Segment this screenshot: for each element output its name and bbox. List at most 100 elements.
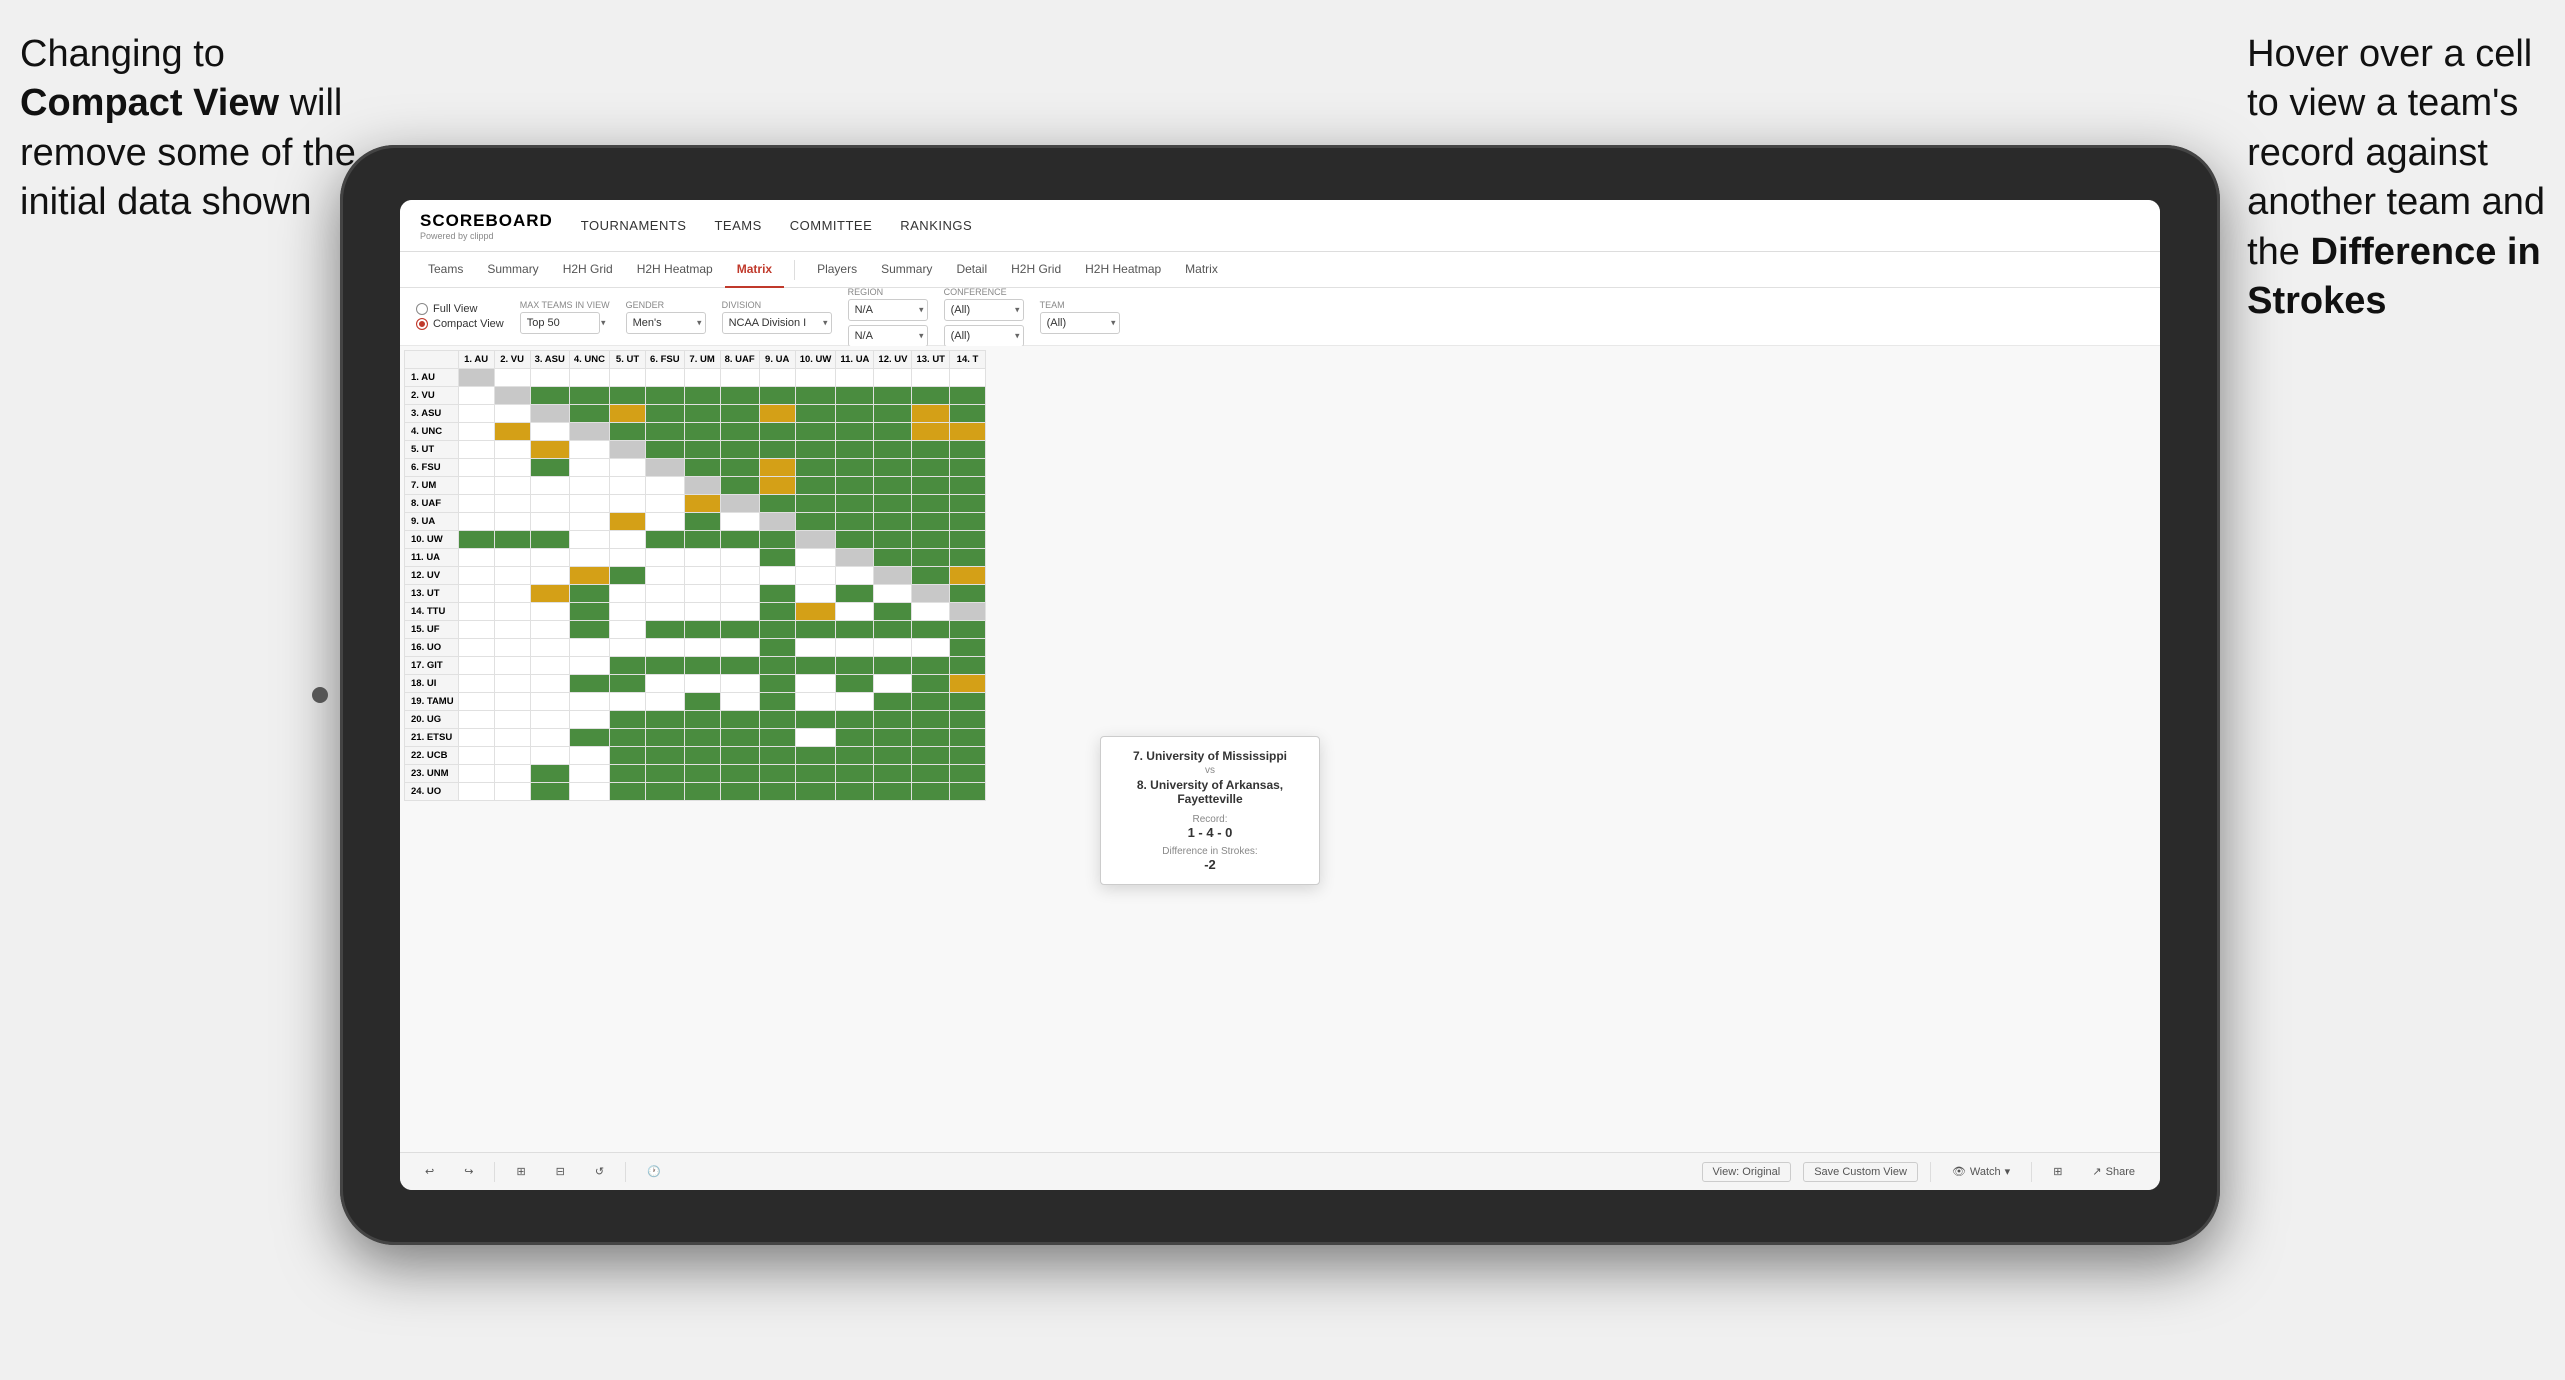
matrix-cell[interactable] (530, 423, 569, 441)
matrix-cell[interactable] (912, 729, 950, 747)
matrix-cell[interactable] (494, 459, 530, 477)
table-row[interactable]: 2. VU (405, 387, 986, 405)
table-row[interactable]: 24. UO (405, 783, 986, 801)
matrix-cell[interactable] (494, 441, 530, 459)
matrix-cell[interactable] (684, 747, 720, 765)
tab-players[interactable]: Players (805, 252, 869, 288)
matrix-cell[interactable] (494, 513, 530, 531)
matrix-cell[interactable] (912, 405, 950, 423)
matrix-cell[interactable] (458, 729, 494, 747)
matrix-cell[interactable] (684, 657, 720, 675)
share-button[interactable]: ↗ Share (2083, 1161, 2144, 1182)
matrix-cell[interactable] (494, 477, 530, 495)
clock-button[interactable]: 🕐 (638, 1161, 670, 1182)
matrix-cell[interactable] (874, 513, 912, 531)
matrix-cell[interactable] (646, 513, 685, 531)
matrix-cell[interactable] (530, 441, 569, 459)
matrix-cell[interactable] (720, 441, 759, 459)
matrix-cell[interactable] (836, 459, 874, 477)
nav-rankings[interactable]: RANKINGS (900, 218, 972, 233)
matrix-cell[interactable] (795, 603, 836, 621)
matrix-cell[interactable] (646, 405, 685, 423)
matrix-cell[interactable] (949, 513, 985, 531)
save-custom-button[interactable]: Save Custom View (1803, 1162, 1918, 1182)
matrix-cell[interactable] (530, 747, 569, 765)
matrix-cell[interactable] (836, 765, 874, 783)
matrix-cell[interactable] (494, 585, 530, 603)
matrix-cell[interactable] (530, 621, 569, 639)
tab-h2h-heatmap[interactable]: H2H Heatmap (625, 252, 725, 288)
matrix-cell[interactable] (874, 765, 912, 783)
matrix-cell[interactable] (684, 441, 720, 459)
table-row[interactable]: 8. UAF (405, 495, 986, 513)
matrix-cell[interactable] (720, 387, 759, 405)
matrix-cell[interactable] (569, 639, 609, 657)
team-select[interactable]: (All) (1040, 312, 1120, 334)
matrix-cell[interactable] (874, 603, 912, 621)
matrix-cell[interactable] (458, 783, 494, 801)
matrix-cell[interactable] (874, 783, 912, 801)
conference-select[interactable]: (All) (944, 299, 1024, 321)
matrix-cell[interactable] (646, 585, 685, 603)
matrix-cell[interactable] (874, 567, 912, 585)
matrix-cell[interactable] (912, 603, 950, 621)
matrix-cell[interactable] (759, 675, 795, 693)
grid-button[interactable]: ⊞ (507, 1161, 534, 1182)
matrix-cell[interactable] (458, 585, 494, 603)
matrix-cell[interactable] (684, 423, 720, 441)
matrix-cell[interactable] (610, 585, 646, 603)
table-row[interactable]: 5. UT (405, 441, 986, 459)
matrix-cell[interactable] (684, 729, 720, 747)
matrix-cell[interactable] (795, 657, 836, 675)
matrix-cell[interactable] (494, 711, 530, 729)
matrix-cell[interactable] (874, 693, 912, 711)
matrix-cell[interactable] (610, 783, 646, 801)
matrix-cell[interactable] (494, 693, 530, 711)
matrix-cell[interactable] (458, 711, 494, 729)
matrix-cell[interactable] (646, 477, 685, 495)
matrix-cell[interactable] (874, 549, 912, 567)
matrix-cell[interactable] (874, 747, 912, 765)
matrix-cell[interactable] (836, 711, 874, 729)
table-row[interactable]: 15. UF (405, 621, 986, 639)
matrix-cell[interactable] (458, 549, 494, 567)
matrix-cell[interactable] (720, 549, 759, 567)
matrix-cell[interactable] (949, 387, 985, 405)
matrix-cell[interactable] (795, 765, 836, 783)
matrix-cell[interactable] (684, 693, 720, 711)
division-select[interactable]: NCAA Division I (722, 312, 832, 334)
matrix-cell[interactable] (836, 549, 874, 567)
matrix-cell[interactable] (494, 603, 530, 621)
matrix-cell[interactable] (836, 387, 874, 405)
table-row[interactable]: 23. UNM (405, 765, 986, 783)
matrix-cell[interactable] (494, 567, 530, 585)
tab-players-matrix[interactable]: Matrix (1173, 252, 1230, 288)
table-row[interactable]: 11. UA (405, 549, 986, 567)
table-row[interactable]: 12. UV (405, 567, 986, 585)
table-row[interactable]: 14. TTU (405, 603, 986, 621)
matrix-cell[interactable] (458, 693, 494, 711)
matrix-cell[interactable] (836, 747, 874, 765)
matrix-cell[interactable] (836, 513, 874, 531)
view-original-button[interactable]: View: Original (1702, 1162, 1792, 1182)
matrix-cell[interactable] (874, 459, 912, 477)
matrix-cell[interactable] (569, 621, 609, 639)
matrix-cell[interactable] (795, 369, 836, 387)
table-row[interactable]: 21. ETSU (405, 729, 986, 747)
matrix-cell[interactable] (458, 459, 494, 477)
matrix-cell[interactable] (569, 495, 609, 513)
matrix-cell[interactable] (949, 495, 985, 513)
matrix-cell[interactable] (494, 531, 530, 549)
tab-h2h-grid[interactable]: H2H Grid (551, 252, 625, 288)
matrix-cell[interactable] (759, 549, 795, 567)
matrix-cell[interactable] (530, 531, 569, 549)
matrix-cell[interactable] (494, 765, 530, 783)
matrix-cell[interactable] (569, 657, 609, 675)
compact-view-option[interactable]: Compact View (416, 318, 504, 330)
matrix-cell[interactable] (720, 531, 759, 549)
matrix-cell[interactable] (530, 405, 569, 423)
matrix-cell[interactable] (494, 639, 530, 657)
matrix-cell[interactable] (759, 513, 795, 531)
matrix-cell[interactable] (759, 423, 795, 441)
matrix-cell[interactable] (949, 369, 985, 387)
